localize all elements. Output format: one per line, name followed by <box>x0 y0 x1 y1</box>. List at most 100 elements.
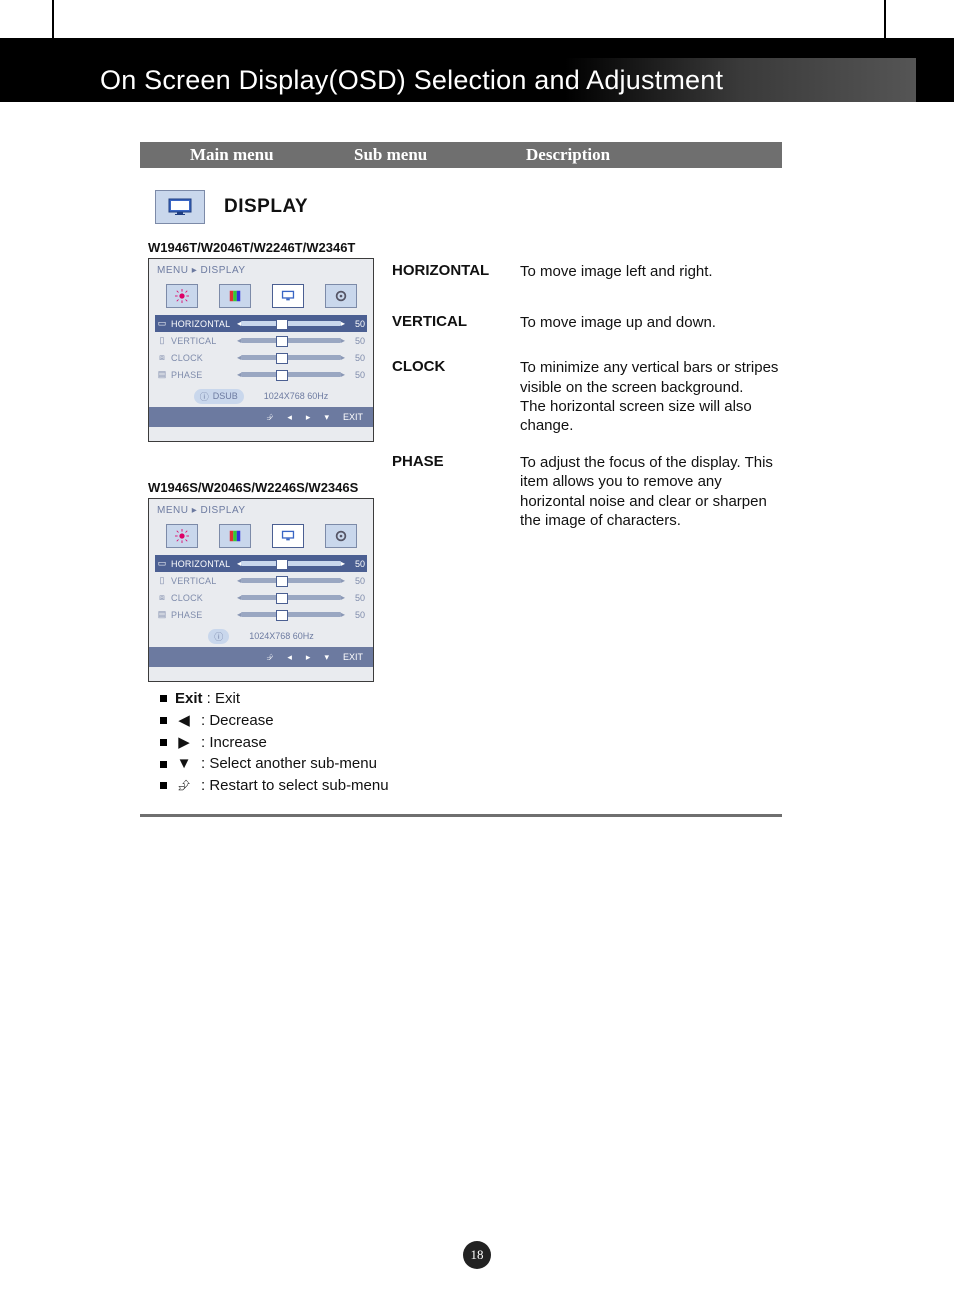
footer-exit: EXIT <box>343 412 363 422</box>
bullet-icon <box>160 717 167 724</box>
col-description: Description <box>526 145 610 165</box>
triangle-left-icon: ◀ <box>175 710 193 732</box>
desc-head: VERTICAL <box>392 313 520 332</box>
osd-info-bar: ⓘ 1024X768 60Hz <box>149 625 373 647</box>
legend-exit-label: Exit <box>175 690 203 707</box>
page-number-wrap: 18 <box>0 1241 954 1269</box>
row-icon: ▤ <box>155 609 169 620</box>
tab-color-icon <box>219 284 251 308</box>
row-label: HORIZONTAL <box>169 319 237 329</box>
row-label: CLOCK <box>169 353 237 363</box>
column-header-bar: Main menu Sub menu Description <box>140 142 782 168</box>
row-icon: ▯ <box>155 575 169 586</box>
osd-breadcrumb: MENU ▸ DISPLAY <box>149 259 373 281</box>
osd-footer: ⮵ ◂ ▸ ▾ EXIT <box>149 407 373 427</box>
button-legend: Exit : Exit ◀ : Decrease ▶ : Increase ▼ … <box>160 688 389 797</box>
triangle-right-icon: ▶ <box>175 732 193 754</box>
osd-row-phase: ▤ PHASE ◂ ▸ 50 <box>155 606 367 623</box>
row-value: 50 <box>345 610 367 620</box>
crumb-sep: ▸ <box>192 265 198 276</box>
footer-home-icon: ⮵ <box>266 412 273 423</box>
osd-info-bar: ⓘ DSUB 1024X768 60Hz <box>149 385 373 407</box>
page-number: 18 <box>463 1241 491 1269</box>
legend-text: : Decrease <box>201 710 274 732</box>
tab-brightness-icon <box>166 524 198 548</box>
bullet-icon <box>160 739 167 746</box>
desc-text: To minimize any vertical bars or stripes… <box>520 358 780 435</box>
desc-text: To adjust the focus of the display. This… <box>520 453 780 530</box>
crumb-menu: MENU <box>157 505 188 516</box>
footer-left-icon: ◂ <box>287 652 292 663</box>
crop-mark-left <box>52 0 54 40</box>
footer-right-icon: ▸ <box>306 412 311 423</box>
row-value: 50 <box>345 319 367 329</box>
footer-exit: EXIT <box>343 652 363 662</box>
dsub-label: DSUB <box>213 391 238 401</box>
osd-tabs <box>149 281 373 311</box>
page-title: On Screen Display(OSD) Selection and Adj… <box>100 65 723 96</box>
divider <box>140 814 782 817</box>
tab-settings-icon <box>325 524 357 548</box>
row-icon: ⧈ <box>155 352 169 363</box>
desc-row-vertical: VERTICAL To move image up and down. <box>392 313 780 332</box>
osd-row-horizontal: ▭ HORIZONTAL ◂ ▸ 50 <box>155 555 367 572</box>
desc-row-horizontal: HORIZONTAL To move image left and right. <box>392 262 780 281</box>
tab-display-icon <box>272 524 304 548</box>
legend-select: ▼ : Select another sub-menu <box>160 753 389 775</box>
legend-text: : Select another sub-menu <box>201 753 377 775</box>
osd-rows: ▭ HORIZONTAL ◂ ▸ 50 ▯ VERTICAL ◂ ▸ 50 ⧈ … <box>149 311 373 383</box>
legend-increase: ▶ : Increase <box>160 732 389 754</box>
row-value: 50 <box>345 353 367 363</box>
osd-screenshot-s: MENU ▸ DISPLAY ▭ HORIZONTAL ◂ ▸ 50 ▯ VER… <box>148 498 374 682</box>
model-list-s: W1946S/W2046S/W2246S/W2346S <box>148 480 358 495</box>
footer-left-icon: ◂ <box>287 412 292 423</box>
desc-text: To move image up and down. <box>520 313 780 332</box>
tab-brightness-icon <box>166 284 198 308</box>
col-sub-menu: Sub menu <box>354 145 427 165</box>
bullet-icon <box>160 695 167 702</box>
osd-rows: ▭ HORIZONTAL ◂ ▸ 50 ▯ VERTICAL ◂ ▸ 50 ⧈ … <box>149 551 373 623</box>
legend-decrease: ◀ : Decrease <box>160 710 389 732</box>
osd-row-clock: ⧈ CLOCK ◂ ▸ 50 <box>155 589 367 606</box>
row-value: 50 <box>345 576 367 586</box>
desc-row-phase: PHASE To adjust the focus of the display… <box>392 453 780 530</box>
row-value: 50 <box>345 559 367 569</box>
desc-head: HORIZONTAL <box>392 262 520 281</box>
manual-page: { "header": { "title": "On Screen Displa… <box>0 0 954 1305</box>
legend-exit: Exit : Exit <box>160 688 389 710</box>
info-badge: ⓘ <box>208 629 229 644</box>
tab-settings-icon <box>325 284 357 308</box>
tab-color-icon <box>219 524 251 548</box>
desc-text: To move image left and right. <box>520 262 780 281</box>
crumb-menu: MENU <box>157 265 188 276</box>
footer-home-icon: ⮵ <box>266 652 273 663</box>
desc-row-clock: CLOCK To minimize any vertical bars or s… <box>392 358 780 435</box>
osd-row-clock: ⧈ CLOCK ◂ ▸ 50 <box>155 349 367 366</box>
crumb-page: DISPLAY <box>201 265 246 276</box>
row-icon: ⧈ <box>155 592 169 603</box>
row-label: VERTICAL <box>169 576 237 586</box>
row-label: PHASE <box>169 610 237 620</box>
triangle-down-icon: ▼ <box>175 753 193 775</box>
osd-resolution: 1024X768 60Hz <box>264 391 329 401</box>
bullet-icon <box>160 782 167 789</box>
osd-footer: ⮵ ◂ ▸ ▾ EXIT <box>149 647 373 667</box>
row-icon: ▭ <box>155 558 169 569</box>
legend-text: : Increase <box>201 732 267 754</box>
osd-breadcrumb: MENU ▸ DISPLAY <box>149 499 373 521</box>
crumb-sep: ▸ <box>192 505 198 516</box>
col-main-menu: Main menu <box>190 145 274 165</box>
description-column: HORIZONTAL To move image left and right.… <box>392 262 780 562</box>
osd-screenshot-t: MENU ▸ DISPLAY ▭ HORIZONTAL ◂ ▸ 50 ▯ VER… <box>148 258 374 442</box>
desc-head: CLOCK <box>392 358 520 435</box>
footer-down-icon: ▾ <box>324 652 329 663</box>
row-label: CLOCK <box>169 593 237 603</box>
osd-row-vertical: ▯ VERTICAL ◂ ▸ 50 <box>155 332 367 349</box>
legend-restart: ⮵ : Restart to select sub-menu <box>160 775 389 797</box>
row-icon: ▯ <box>155 335 169 346</box>
osd-row-vertical: ▯ VERTICAL ◂ ▸ 50 <box>155 572 367 589</box>
row-value: 50 <box>345 370 367 380</box>
home-up-icon: ⮵ <box>175 775 193 797</box>
legend-text: : Restart to select sub-menu <box>201 775 389 797</box>
row-label: VERTICAL <box>169 336 237 346</box>
